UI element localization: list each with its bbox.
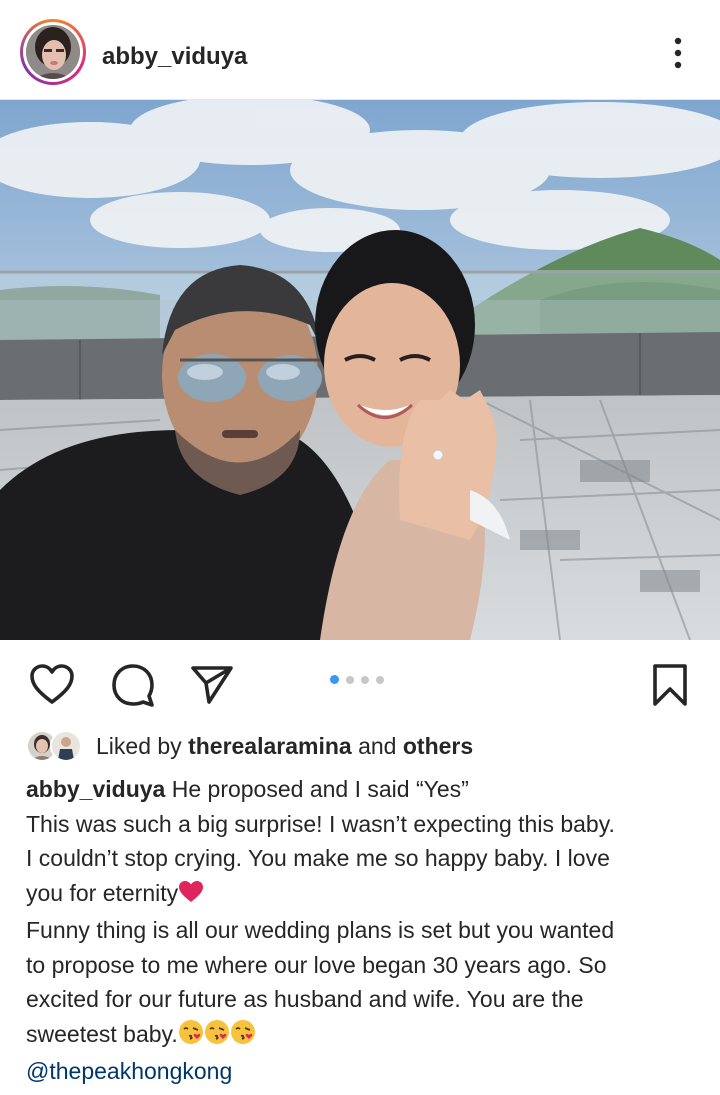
- kissing-face-emoji-icon: [230, 1019, 256, 1055]
- liker-avatar: [50, 730, 82, 762]
- caption-text: sweetest baby.: [26, 1020, 178, 1047]
- carousel-dot: [361, 675, 369, 684]
- post-photo[interactable]: [0, 100, 720, 640]
- profile-avatar[interactable]: [20, 19, 86, 85]
- caption-username[interactable]: abby_viduya: [26, 776, 165, 802]
- caption-text: This was such a big surprise! I wasn’t e…: [26, 810, 615, 837]
- post-action-bar: [0, 650, 720, 720]
- carousel-dot-active: [330, 675, 339, 684]
- caption-text: Funny thing is all our wedding plans is …: [26, 917, 615, 943]
- paper-plane-icon[interactable]: [187, 660, 237, 710]
- liker-username[interactable]: therealaramina: [188, 733, 352, 759]
- red-heart-emoji-icon: [178, 879, 204, 914]
- carousel-indicator: [330, 675, 384, 684]
- caption-text: He proposed and I said “Yes”: [165, 776, 469, 802]
- caption-text: you for eternity: [26, 879, 179, 906]
- post-username[interactable]: abby_viduya: [102, 43, 247, 71]
- avatar-photo: [26, 25, 80, 79]
- carousel-dot: [346, 675, 354, 684]
- likes-row[interactable]: Liked by therealaramina and others: [26, 728, 473, 764]
- comment-icon[interactable]: [108, 660, 158, 710]
- caption-text: I couldn’t stop crying. You make me so h…: [26, 845, 610, 871]
- carousel-dot: [376, 675, 384, 684]
- likes-text: Liked by therealaramina and others: [96, 732, 474, 759]
- kissing-face-emoji-icon: [178, 1019, 204, 1055]
- caption-text: excited for our future as husband and wi…: [26, 986, 584, 1012]
- more-vertical-icon[interactable]: [666, 36, 690, 70]
- post-caption: abby_viduya He proposed and I said “Yes”…: [26, 772, 696, 1089]
- caption-text: to propose to me where our love began 30…: [26, 951, 607, 978]
- bookmark-icon[interactable]: [645, 660, 695, 710]
- post-header: abby_viduya: [0, 0, 720, 100]
- caption-mention-link[interactable]: @thepeakhongkong: [26, 1054, 696, 1089]
- heart-icon[interactable]: [27, 660, 77, 710]
- kissing-face-emoji-icon: [204, 1019, 230, 1055]
- likes-others-link[interactable]: others: [403, 733, 473, 759]
